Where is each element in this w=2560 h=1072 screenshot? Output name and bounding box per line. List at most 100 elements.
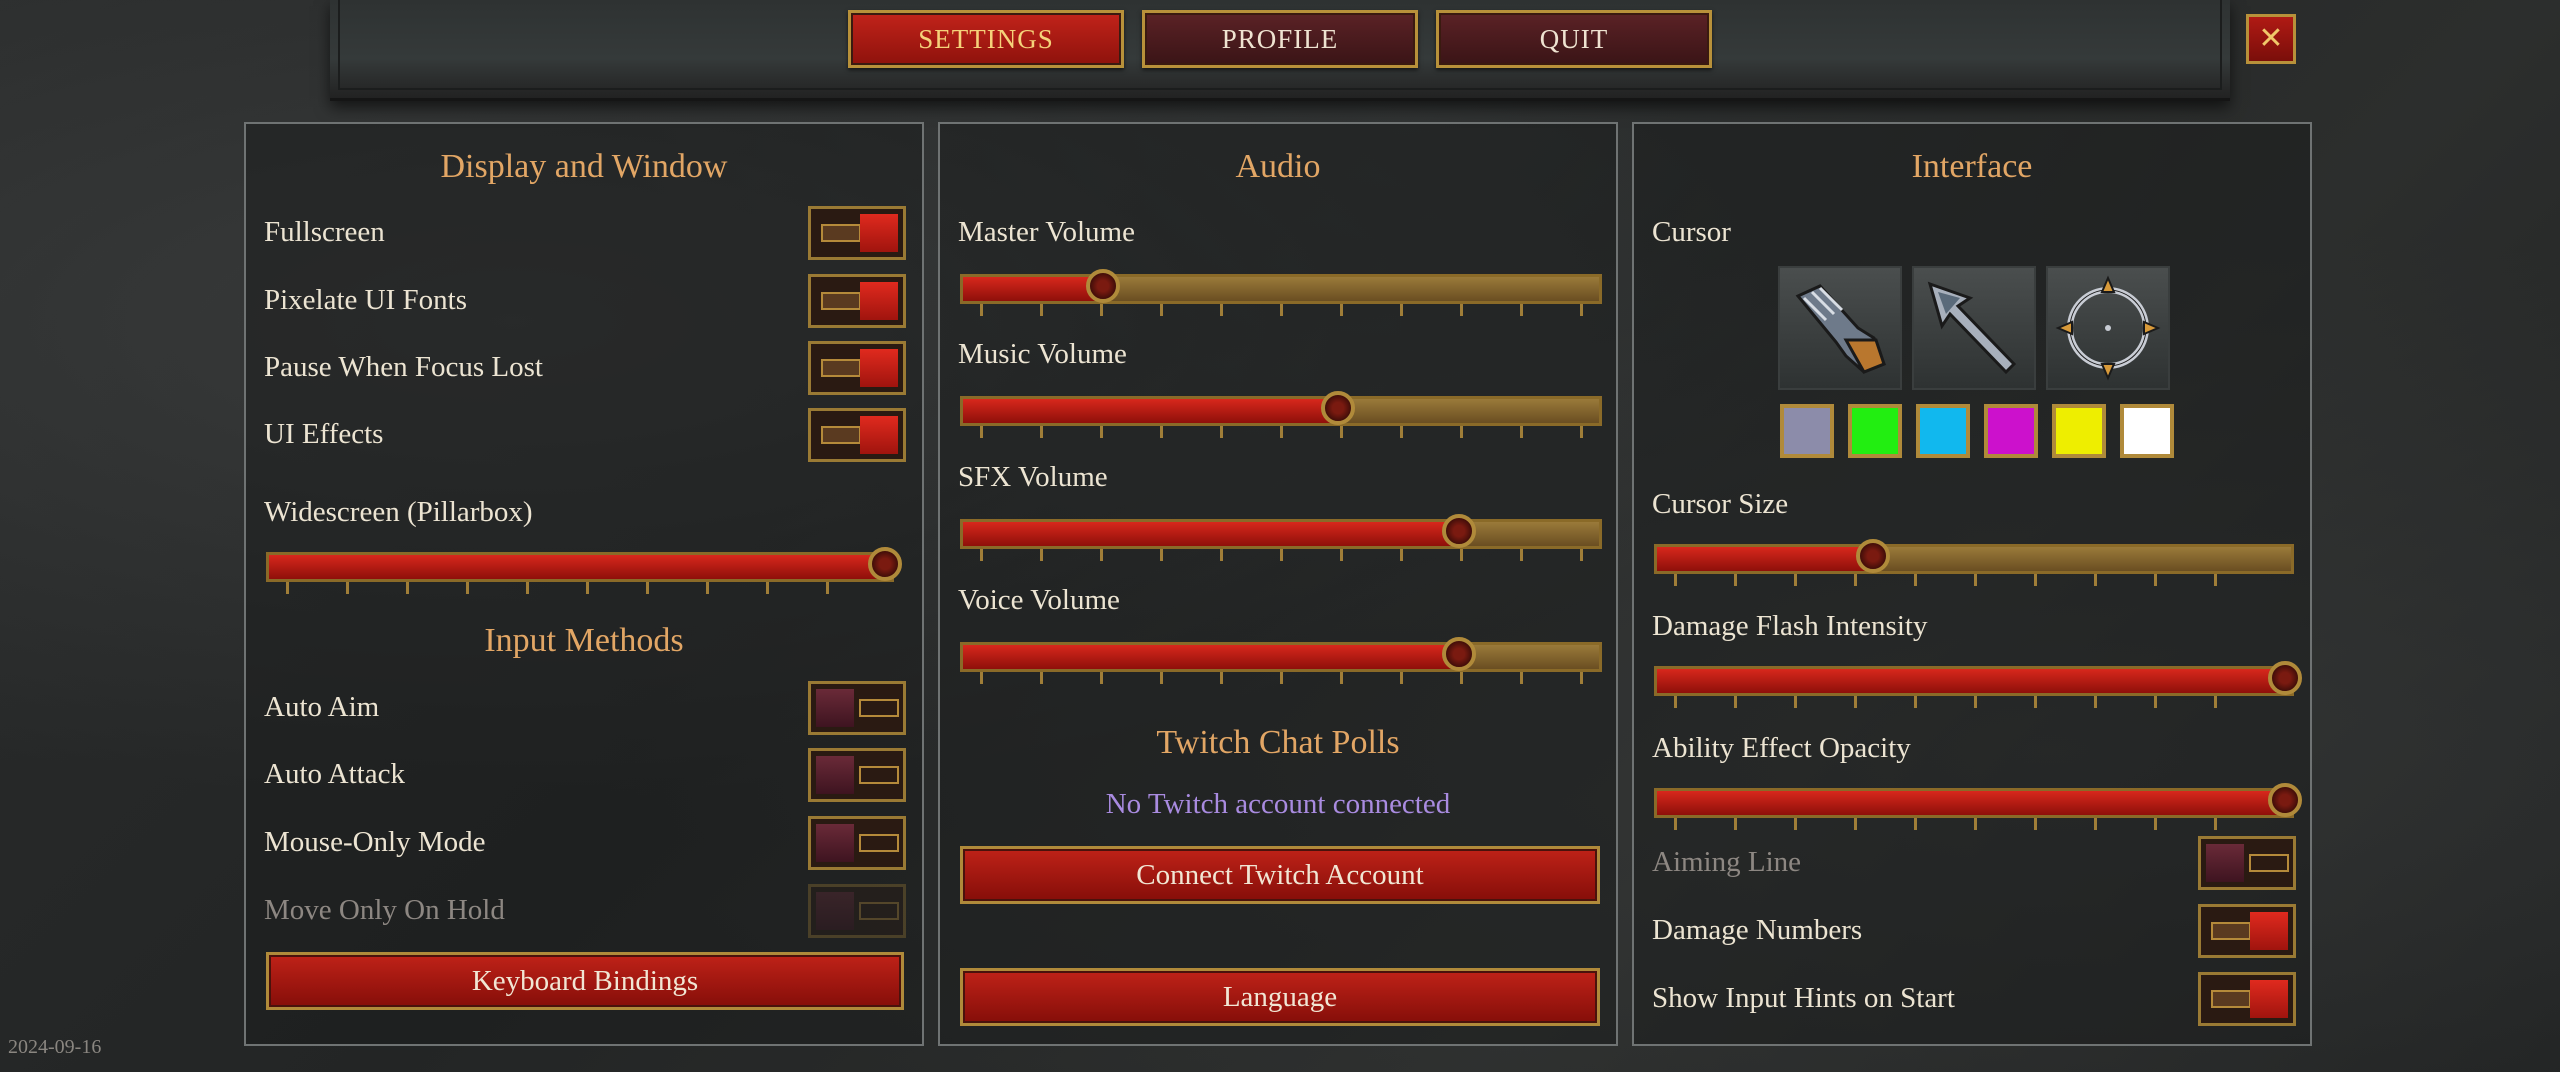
arrow-cursor-icon bbox=[1927, 281, 2017, 375]
voice-slider[interactable] bbox=[960, 637, 1602, 672]
widescreen-slider[interactable] bbox=[266, 547, 902, 582]
toggle-knob bbox=[816, 689, 854, 727]
cursor-size-slider[interactable] bbox=[1654, 539, 2294, 574]
cursor-color-swatch[interactable] bbox=[1848, 404, 1902, 458]
input-hints-label: Show Input Hints on Start bbox=[1652, 982, 1955, 1014]
tab-settings[interactable]: SETTINGS bbox=[848, 10, 1124, 68]
pixelate-toggle[interactable] bbox=[808, 274, 906, 328]
aiming-line-label: Aiming Line bbox=[1652, 846, 1802, 878]
autoaim-label: Auto Aim bbox=[264, 691, 380, 723]
slider-fill bbox=[1657, 669, 2291, 693]
master-slider[interactable] bbox=[960, 269, 1602, 304]
twitch-title: Twitch Chat Polls bbox=[1156, 724, 1400, 761]
toggle-knob bbox=[816, 892, 854, 930]
twitch-status: No Twitch account connected bbox=[1105, 788, 1451, 820]
gauntlet-cursor-icon bbox=[1795, 284, 1886, 374]
slider-fill bbox=[963, 277, 1103, 301]
music-slider[interactable] bbox=[960, 391, 1602, 426]
slider-handle[interactable] bbox=[2268, 661, 2302, 695]
slider-fill bbox=[963, 399, 1339, 423]
close-x-icon: ✕ bbox=[2258, 21, 2284, 56]
cursor-color-swatch[interactable] bbox=[1984, 404, 2038, 458]
sfx-label: SFX Volume bbox=[958, 461, 1108, 493]
slider-ticks bbox=[286, 582, 886, 594]
damage-numbers-toggle[interactable] bbox=[2198, 904, 2296, 958]
toggle-track bbox=[2211, 922, 2251, 940]
uieffects-toggle[interactable] bbox=[808, 408, 906, 462]
pause-toggle[interactable] bbox=[808, 341, 906, 395]
display-panel: Display and Window Fullscreen Pixelate U… bbox=[244, 122, 924, 1046]
input-title: Input Methods bbox=[484, 622, 684, 659]
mouseonly-label: Mouse-Only Mode bbox=[264, 826, 486, 858]
damage-flash-slider[interactable] bbox=[1654, 661, 2302, 696]
slider-handle[interactable] bbox=[2268, 783, 2302, 817]
toggle-track bbox=[859, 834, 899, 852]
cursor-color-swatch[interactable] bbox=[1916, 404, 1970, 458]
slider-ticks bbox=[980, 672, 1600, 684]
damage-numbers-label: Damage Numbers bbox=[1652, 914, 1863, 946]
cursor-color-swatch[interactable] bbox=[2052, 404, 2106, 458]
slider-handle[interactable] bbox=[1321, 391, 1356, 425]
slider-ticks bbox=[1674, 818, 2274, 830]
cursor-color-swatch[interactable] bbox=[2120, 404, 2174, 458]
cursor-color-swatch[interactable] bbox=[1780, 404, 1834, 458]
date-stamp: 2024-09-16 bbox=[8, 1036, 102, 1058]
slider-fill bbox=[963, 645, 1460, 669]
crosshair-cursor-icon bbox=[2055, 275, 2161, 381]
toggle-knob bbox=[860, 416, 898, 454]
slider-ticks bbox=[1674, 574, 2274, 586]
cursor-option-arrow[interactable] bbox=[1912, 266, 2036, 390]
mouseonly-toggle[interactable] bbox=[808, 816, 906, 870]
tab-quit[interactable]: QUIT bbox=[1436, 10, 1712, 68]
autoattack-label: Auto Attack bbox=[264, 758, 405, 790]
toggle-knob bbox=[860, 349, 898, 387]
cursor-option-crosshair[interactable] bbox=[2046, 266, 2170, 390]
fullscreen-label: Fullscreen bbox=[264, 216, 385, 248]
slider-ticks bbox=[980, 304, 1600, 316]
voice-label: Voice Volume bbox=[958, 584, 1120, 616]
language-button[interactable]: Language bbox=[960, 968, 1600, 1026]
slider-handle[interactable] bbox=[868, 547, 902, 581]
interface-title: Interface bbox=[1911, 148, 2033, 185]
toggle-track bbox=[2249, 854, 2289, 872]
slider-handle[interactable] bbox=[1855, 539, 1890, 573]
ability-opacity-label: Ability Effect Opacity bbox=[1652, 732, 1911, 764]
slider-handle[interactable] bbox=[1085, 269, 1120, 303]
autoattack-toggle[interactable] bbox=[808, 748, 906, 802]
audio-panel: Audio Master Volume Music Volume SFX Vol… bbox=[938, 122, 1618, 1046]
toggle-knob bbox=[860, 282, 898, 320]
uieffects-label: UI Effects bbox=[264, 418, 384, 450]
display-title: Display and Window bbox=[440, 148, 728, 185]
moveonhold-toggle bbox=[808, 884, 906, 938]
slider-fill bbox=[269, 555, 891, 579]
connect-twitch-button[interactable]: Connect Twitch Account bbox=[960, 846, 1600, 904]
toggle-track bbox=[2211, 990, 2251, 1008]
slider-fill bbox=[963, 522, 1460, 546]
aiming-line-toggle[interactable] bbox=[2198, 836, 2296, 890]
toggle-knob bbox=[2250, 980, 2288, 1018]
autoaim-toggle[interactable] bbox=[808, 681, 906, 735]
sfx-slider[interactable] bbox=[960, 514, 1602, 549]
toggle-track bbox=[859, 699, 899, 717]
tab-profile[interactable]: PROFILE bbox=[1142, 10, 1418, 68]
slider-fill bbox=[1657, 547, 1873, 571]
slider-handle[interactable] bbox=[1442, 637, 1477, 671]
toggle-track bbox=[821, 426, 861, 444]
slider-handle[interactable] bbox=[1442, 514, 1477, 548]
damage-flash-label: Damage Flash Intensity bbox=[1652, 610, 1928, 642]
toggle-knob bbox=[2206, 844, 2244, 882]
cursor-option-gauntlet[interactable] bbox=[1778, 266, 1902, 390]
keyboard-bindings-button[interactable]: Keyboard Bindings bbox=[266, 952, 904, 1010]
cursor-label: Cursor bbox=[1652, 216, 1731, 248]
ability-opacity-slider[interactable] bbox=[1654, 783, 2302, 818]
moveonhold-label: Move Only On Hold bbox=[264, 894, 505, 926]
interface-panel: Interface Cursor Cursor Size Damage Flas… bbox=[1632, 122, 2312, 1046]
pixelate-label: Pixelate UI Fonts bbox=[264, 284, 467, 316]
toggle-track bbox=[821, 224, 861, 242]
slider-ticks bbox=[980, 549, 1600, 561]
close-button[interactable]: ✕ bbox=[2246, 14, 2296, 64]
input-hints-toggle[interactable] bbox=[2198, 972, 2296, 1026]
toggle-track bbox=[821, 359, 861, 377]
slider-ticks bbox=[980, 426, 1600, 438]
fullscreen-toggle[interactable] bbox=[808, 206, 906, 260]
